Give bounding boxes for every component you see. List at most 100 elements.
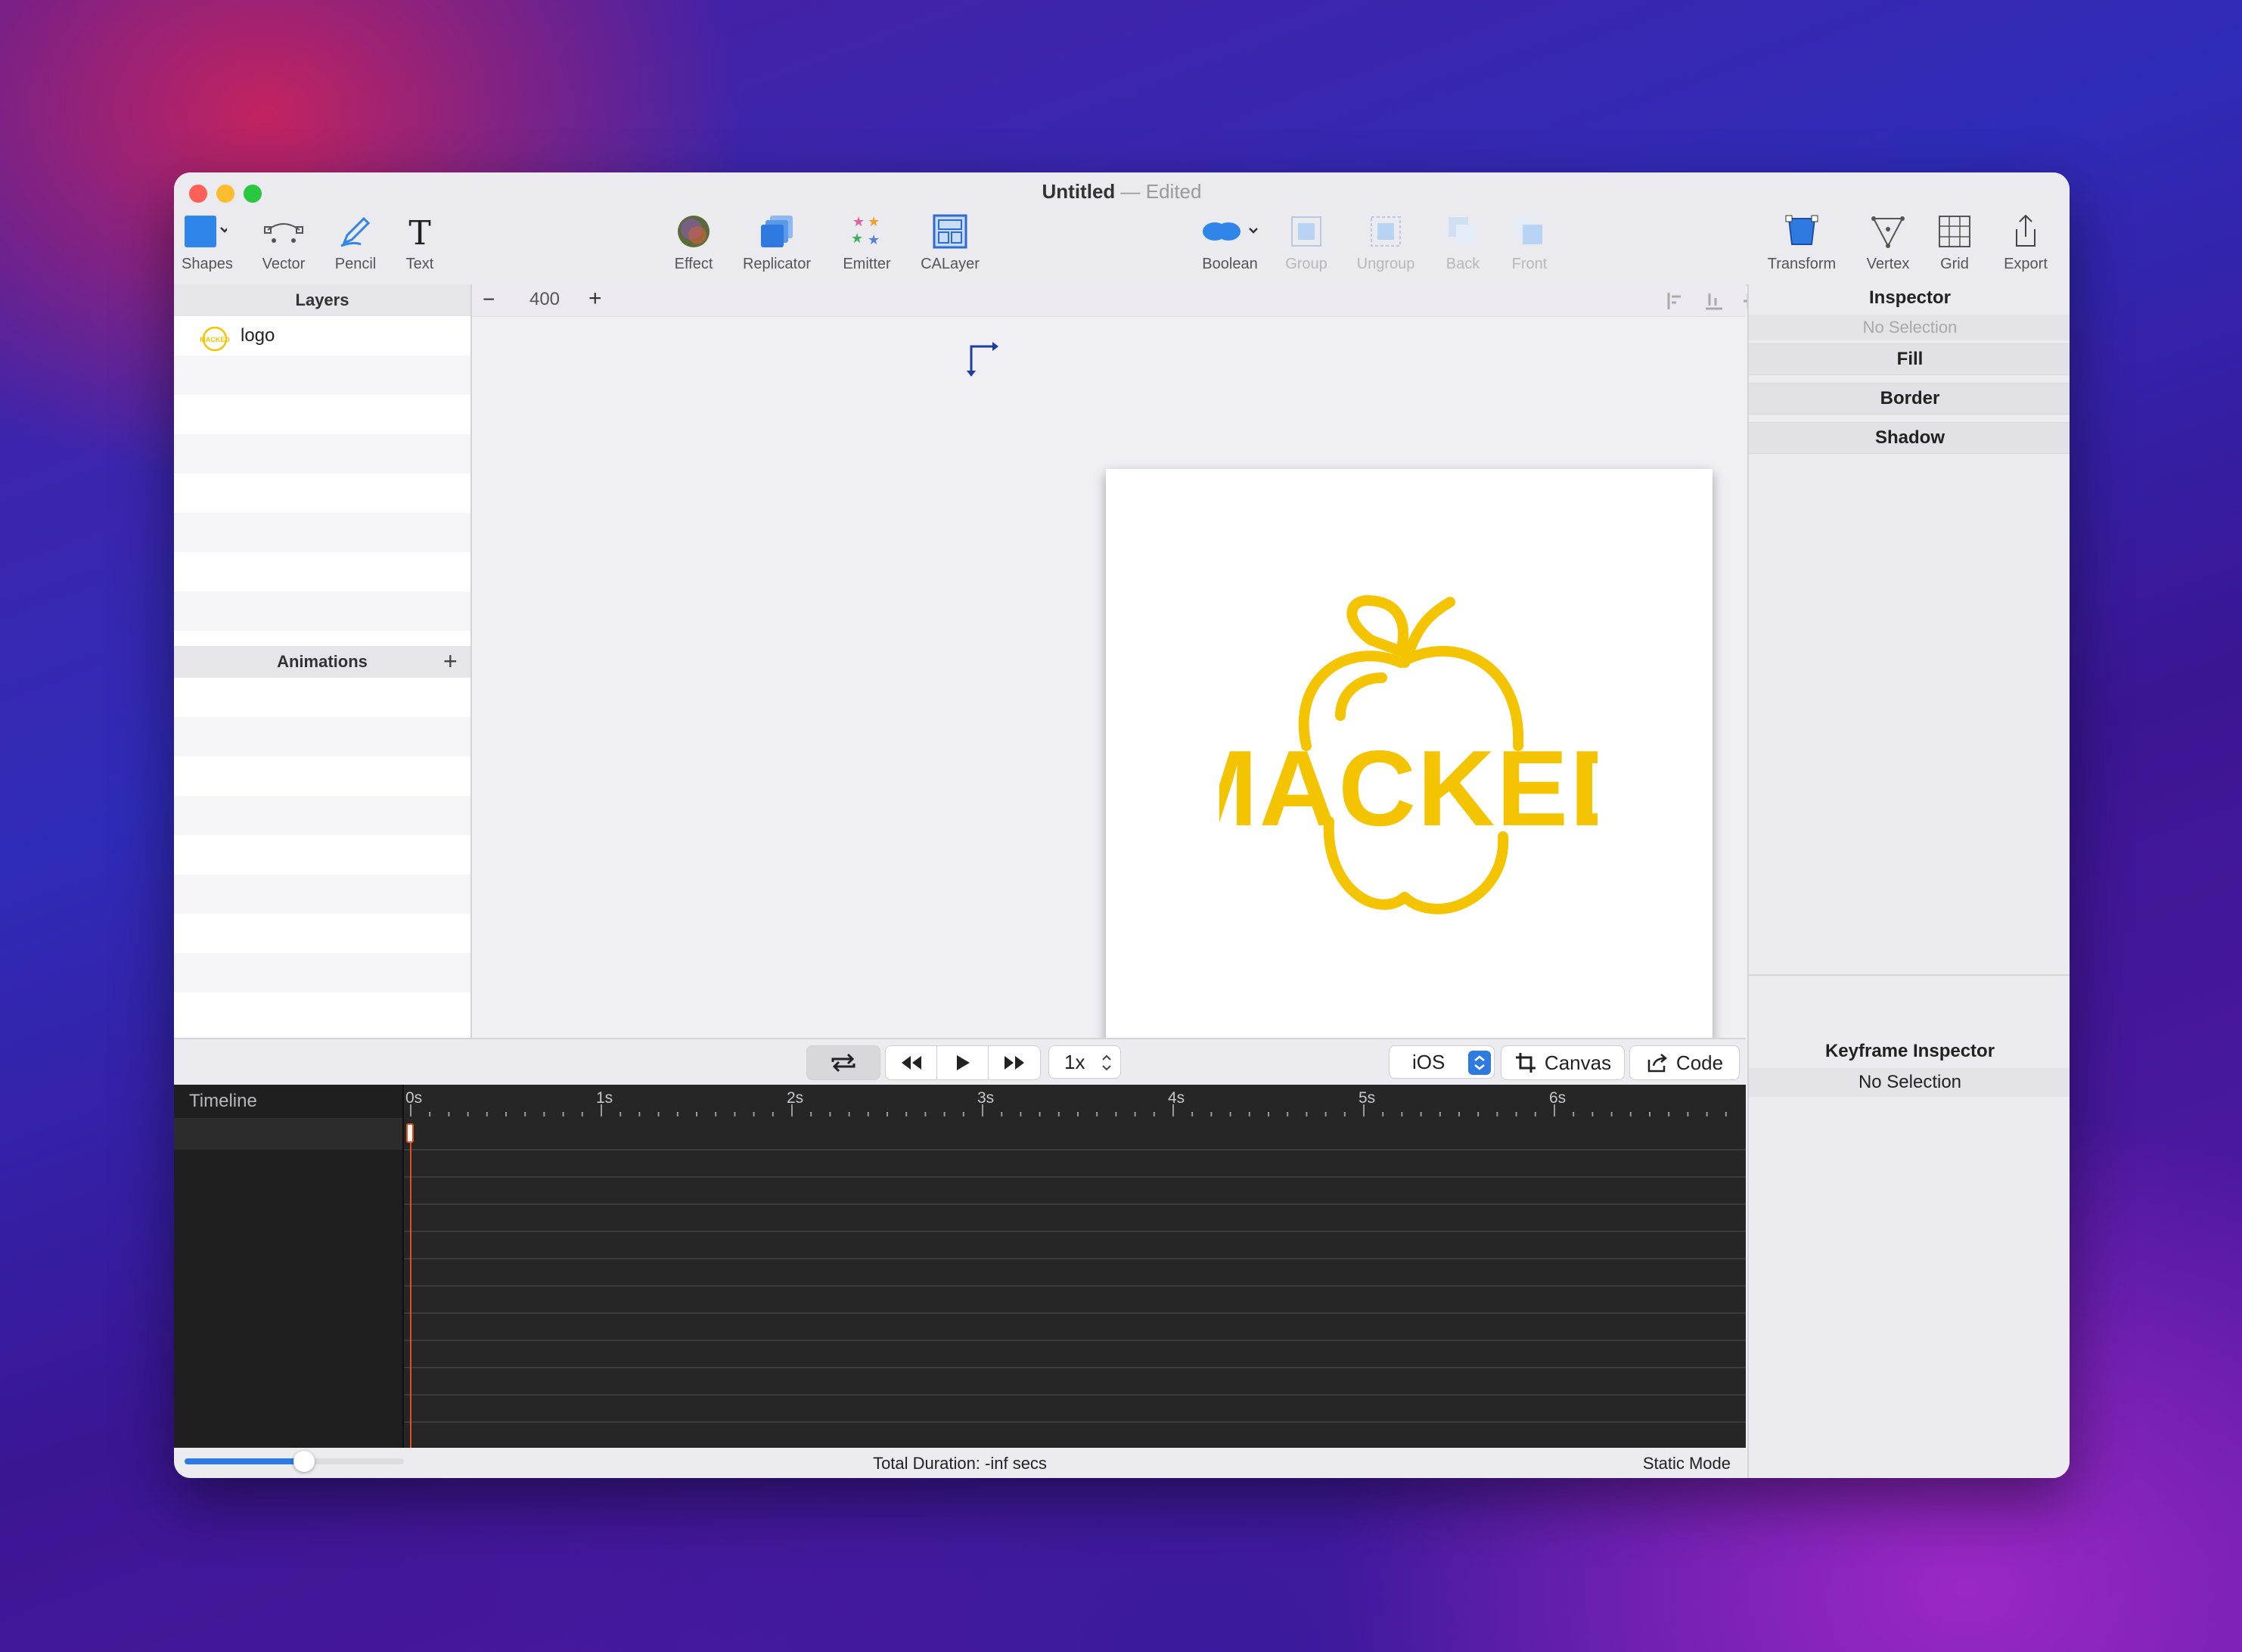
speed-value: 1x bbox=[1064, 1050, 1085, 1073]
calayer-tool[interactable]: CALayer bbox=[914, 210, 986, 273]
layer-name: logo bbox=[241, 325, 275, 346]
text-icon: T bbox=[408, 214, 430, 249]
mode-label: Static Mode bbox=[1642, 1454, 1731, 1473]
shapes-tool[interactable]: Shapes bbox=[182, 210, 233, 273]
canvas-button[interactable]: Canvas bbox=[1501, 1045, 1625, 1080]
play-icon bbox=[957, 1055, 970, 1070]
code-button[interactable]: Code bbox=[1629, 1045, 1740, 1080]
send-back-icon bbox=[1449, 217, 1476, 244]
emitter-icon: ★ ★★ ★ bbox=[851, 214, 880, 247]
export-tool[interactable]: Export bbox=[1997, 210, 2054, 273]
list-item bbox=[174, 552, 470, 592]
tick-label: 2s bbox=[787, 1089, 803, 1107]
crop-icon bbox=[1515, 1053, 1536, 1073]
rewind-icon bbox=[902, 1056, 921, 1070]
fill-section[interactable]: Fill bbox=[1749, 343, 2070, 375]
vector-tool[interactable]: Vector bbox=[259, 210, 309, 273]
emitter-tool[interactable]: ★ ★ ★ ★ Emitter bbox=[832, 210, 902, 273]
stepper-icon bbox=[1102, 1054, 1111, 1071]
effect-tool[interactable]: Effect bbox=[667, 210, 720, 273]
vector-icon bbox=[264, 223, 303, 243]
tick-label: 5s bbox=[1359, 1089, 1375, 1107]
zoom-out-button[interactable]: − bbox=[483, 287, 495, 312]
border-section[interactable]: Border bbox=[1749, 383, 2070, 415]
align-bottom-icon[interactable] bbox=[1703, 290, 1725, 312]
toolbar: Untitled — Edited Shapes Vector Pencil T… bbox=[174, 172, 2070, 286]
tick-label: 1s bbox=[596, 1089, 613, 1107]
back-tool[interactable]: Back bbox=[1437, 210, 1489, 273]
zoom-level[interactable]: 400 bbox=[514, 289, 575, 310]
artboard[interactable]: MACKED bbox=[1106, 469, 1713, 1076]
pencil-icon bbox=[340, 216, 371, 247]
svg-text:★: ★ bbox=[868, 214, 880, 229]
list-item bbox=[174, 953, 470, 992]
ungroup-tool[interactable]: Ungroup bbox=[1348, 210, 1424, 273]
zoom-in-button[interactable]: + bbox=[588, 286, 602, 312]
timeline-ruler[interactable]: 0s 1s 2s 3s 4s 5s 6s bbox=[404, 1085, 1746, 1448]
left-sidebar: Layers MACKED logo Animations + bbox=[174, 284, 472, 1038]
vertex-tool[interactable]: Vertex bbox=[1859, 210, 1917, 273]
speed-select[interactable]: 1x bbox=[1048, 1045, 1121, 1079]
list-item bbox=[174, 796, 470, 835]
list-item bbox=[174, 992, 470, 1032]
loop-button[interactable] bbox=[806, 1045, 880, 1080]
export-icon bbox=[2016, 214, 2036, 247]
animations-heading: Animations bbox=[174, 646, 470, 678]
dropdown-chevron-icon bbox=[1468, 1051, 1491, 1075]
align-left-icon[interactable] bbox=[1666, 290, 1687, 312]
playhead-handle bbox=[406, 1123, 414, 1143]
window-title: Untitled — Edited bbox=[1042, 180, 1202, 203]
transform-icon bbox=[1785, 215, 1818, 245]
list-item bbox=[174, 434, 470, 474]
list-item bbox=[174, 874, 470, 914]
svg-text:MACKED: MACKED bbox=[200, 336, 230, 343]
transform-tool[interactable]: Transform bbox=[1762, 210, 1841, 273]
track-row[interactable] bbox=[174, 1118, 402, 1150]
text-tool[interactable]: T Text bbox=[401, 210, 439, 273]
fast-forward-button[interactable] bbox=[988, 1045, 1041, 1080]
boolean-tool[interactable]: Boolean bbox=[1194, 210, 1266, 273]
replicator-tool[interactable]: Replicator bbox=[735, 210, 818, 273]
keyframe-selection: No Selection bbox=[1749, 1068, 2070, 1097]
list-item bbox=[174, 835, 470, 874]
calayer-icon bbox=[933, 214, 967, 249]
timeline-track-list: Timeline bbox=[174, 1085, 404, 1448]
timeline-label: Timeline bbox=[189, 1091, 257, 1111]
list-item bbox=[174, 356, 470, 395]
panel-divider[interactable] bbox=[1749, 974, 2070, 976]
play-button[interactable] bbox=[936, 1045, 989, 1080]
layer-row[interactable]: MACKED logo bbox=[174, 316, 470, 356]
svg-text:★: ★ bbox=[851, 231, 863, 246]
pencil-tool[interactable]: Pencil bbox=[333, 210, 378, 273]
list-item bbox=[174, 678, 470, 717]
logo-thumbnail-icon: MACKED bbox=[200, 326, 230, 352]
grid-tool[interactable]: Grid bbox=[1932, 210, 1977, 273]
group-icon bbox=[1291, 216, 1321, 247]
list-item bbox=[174, 717, 470, 756]
loop-icon bbox=[831, 1053, 856, 1073]
platform-select[interactable]: iOS bbox=[1389, 1045, 1495, 1079]
status-bar: Total Duration: -inf secs Static Mode bbox=[174, 1448, 1746, 1478]
svg-text:★: ★ bbox=[852, 214, 865, 229]
share-icon bbox=[1647, 1054, 1667, 1073]
tick-label: 3s bbox=[977, 1089, 994, 1107]
platform-value: iOS bbox=[1412, 1050, 1446, 1073]
add-animation-button[interactable]: + bbox=[443, 646, 458, 676]
layers-heading: Layers bbox=[174, 284, 470, 316]
canvas-area[interactable]: − 400 + MACKED bbox=[472, 284, 1912, 1076]
shadow-section[interactable]: Shadow bbox=[1749, 422, 2070, 454]
boolean-icon bbox=[1203, 222, 1258, 241]
macked-logo[interactable]: MACKED bbox=[1219, 595, 1598, 950]
tick-label: 4s bbox=[1168, 1089, 1185, 1107]
shapes-icon bbox=[185, 216, 227, 247]
inspector-heading: Inspector bbox=[1868, 287, 1952, 308]
logo-text: MACKED bbox=[1219, 728, 1598, 849]
rewind-button[interactable] bbox=[885, 1045, 938, 1080]
tick-label: 6s bbox=[1549, 1089, 1566, 1107]
svg-text:T: T bbox=[408, 214, 430, 249]
list-item bbox=[174, 592, 470, 631]
group-tool[interactable]: Group bbox=[1280, 210, 1333, 273]
timeline-panel[interactable]: Timeline 0s 1s 2s 3s 4s 5s 6s bbox=[174, 1085, 1746, 1448]
front-tool[interactable]: Front bbox=[1504, 210, 1555, 273]
zoom-bar: − 400 + bbox=[472, 284, 1912, 317]
